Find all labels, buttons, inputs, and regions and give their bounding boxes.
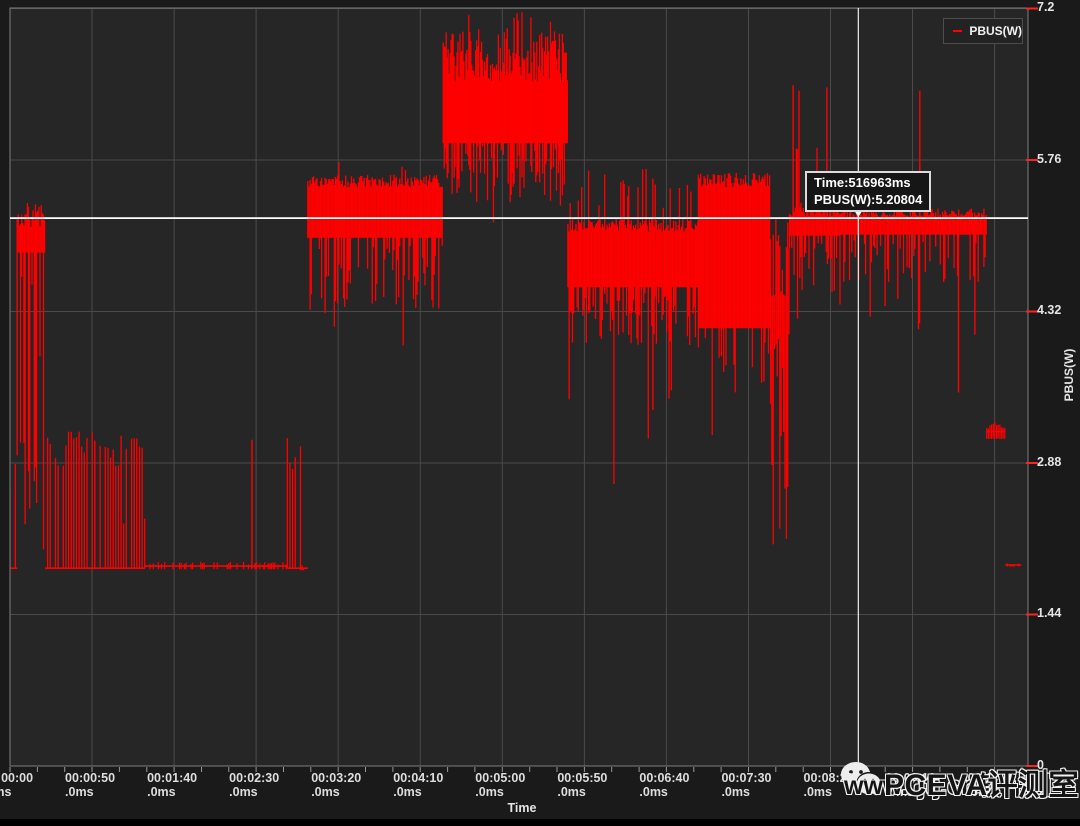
- y-tick-label: 4.32: [1037, 303, 1080, 317]
- y-axis-title: PBUS(W): [1062, 329, 1076, 421]
- x-tick-label: 00:08:20.0ms: [804, 771, 870, 799]
- bottom-bar: [0, 819, 1080, 826]
- tooltip-power-value: PBUS(W):5.20804: [814, 191, 922, 208]
- x-tick-label: 00:00:50.0ms: [65, 771, 131, 799]
- x-axis-title: Time: [492, 801, 552, 815]
- app-window: 7.2 5.76 4.32 2.88 1.44 0 00:00:00.0ms 00:00:5…: [0, 0, 1080, 826]
- legend[interactable]: PBUS(W): [943, 18, 1023, 44]
- y-tick-label: 1.44: [1037, 606, 1080, 620]
- x-tick-label: 00:03:20.0ms: [311, 771, 377, 799]
- pbus-power-chart[interactable]: [0, 0, 1080, 826]
- cursor-tooltip: Time:516963ms PBUS(W):5.20804: [805, 171, 931, 212]
- x-tick-label: 00:00:00.0ms: [0, 771, 49, 799]
- x-tick-label: 00:09:10.0ms: [886, 771, 952, 799]
- x-tick-label: 00:04:10.0ms: [393, 771, 459, 799]
- x-tick-label: 00:07:30.0ms: [721, 771, 787, 799]
- x-tick-label: 00:06:40.0ms: [639, 771, 705, 799]
- x-tick-label: 00:05:00.0ms: [475, 771, 541, 799]
- x-tick-label: 00:01:40.0ms: [147, 771, 213, 799]
- legend-line-swatch: [953, 30, 962, 32]
- y-tick-label: 5.76: [1037, 152, 1080, 166]
- tooltip-time-value: Time:516963ms: [814, 174, 922, 191]
- y-tick-label: 7.2: [1037, 0, 1080, 14]
- x-tick-label: 00:10:00.0ms: [968, 771, 1034, 799]
- legend-label: PBUS(W): [969, 24, 1022, 38]
- y-tick-label: 2.88: [1037, 455, 1080, 469]
- y-tick-label: 0: [1037, 758, 1080, 772]
- x-tick-label: 00:02:30.0ms: [229, 771, 295, 799]
- x-tick-label: 00:05:50.0ms: [557, 771, 623, 799]
